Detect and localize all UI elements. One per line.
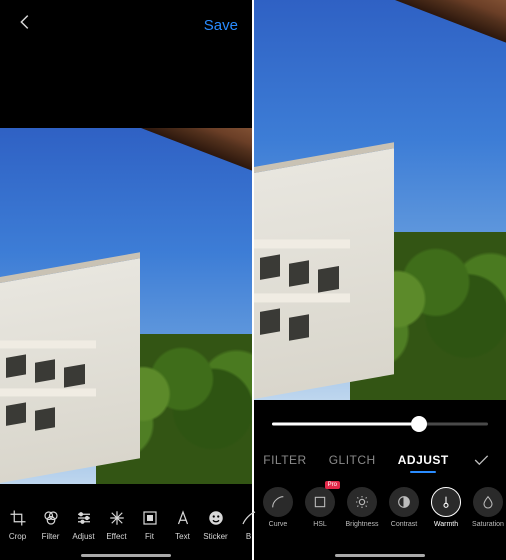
mode-tabs: FILTER GLITCH ADJUST bbox=[254, 450, 506, 475]
tool-label: Fit bbox=[145, 532, 154, 541]
adjust-icon bbox=[74, 508, 94, 528]
adjust-label: Brightness bbox=[345, 521, 378, 528]
tool-text[interactable]: Text bbox=[167, 508, 198, 541]
photo-preview[interactable] bbox=[0, 128, 252, 484]
fit-icon bbox=[140, 508, 160, 528]
tool-label: Effect bbox=[106, 532, 126, 541]
header: Save bbox=[0, 0, 252, 50]
slider-fill bbox=[272, 423, 419, 426]
adjust-controls: FILTER GLITCH ADJUST Curve Pro HSL bbox=[254, 400, 506, 560]
adjust-label: HSL bbox=[313, 521, 327, 528]
tool-toolbar: Crop Filter Adjust Effect Fit Text bbox=[0, 488, 252, 560]
app-root: Save Crop Filter bbox=[0, 0, 506, 560]
tool-label: Sticker bbox=[203, 532, 227, 541]
editor-pane-overview: Save Crop Filter bbox=[0, 0, 254, 560]
home-indicator bbox=[81, 554, 171, 557]
filter-icon bbox=[41, 508, 61, 528]
save-button[interactable]: Save bbox=[204, 17, 238, 34]
brightness-icon bbox=[347, 487, 377, 517]
crop-icon bbox=[8, 508, 28, 528]
adjust-saturation[interactable]: Saturation bbox=[470, 487, 506, 528]
contrast-icon bbox=[389, 487, 419, 517]
photo-building bbox=[0, 252, 140, 484]
tool-label: Crop bbox=[9, 532, 26, 541]
adjust-label: Saturation bbox=[472, 521, 504, 528]
tool-label: Filter bbox=[42, 532, 60, 541]
slider-row bbox=[254, 414, 506, 434]
tool-label: B bbox=[246, 532, 251, 541]
photo-building bbox=[254, 142, 394, 400]
editor-pane-adjust: FILTER GLITCH ADJUST Curve Pro HSL bbox=[254, 0, 506, 560]
adjust-warmth[interactable]: Warmth bbox=[428, 487, 464, 528]
pro-badge: Pro bbox=[325, 481, 340, 489]
adjust-items: Curve Pro HSL Brightness Contrast bbox=[254, 475, 506, 528]
sticker-icon bbox=[206, 508, 226, 528]
adjust-curve[interactable]: Curve bbox=[260, 487, 296, 528]
tool-filter[interactable]: Filter bbox=[35, 508, 66, 541]
tool-sticker[interactable]: Sticker bbox=[200, 508, 231, 541]
home-indicator bbox=[335, 554, 425, 557]
tab-adjust[interactable]: ADJUST bbox=[398, 453, 449, 473]
tool-label: Adjust bbox=[72, 532, 94, 541]
tool-adjust[interactable]: Adjust bbox=[68, 508, 99, 541]
adjust-contrast[interactable]: Contrast bbox=[386, 487, 422, 528]
tool-crop[interactable]: Crop bbox=[2, 508, 33, 541]
tab-filter[interactable]: FILTER bbox=[263, 453, 306, 473]
warmth-icon bbox=[431, 487, 461, 517]
text-icon bbox=[173, 508, 193, 528]
slider-thumb[interactable] bbox=[411, 416, 427, 432]
saturation-icon bbox=[473, 487, 503, 517]
tab-glitch[interactable]: GLITCH bbox=[329, 453, 376, 473]
confirm-button[interactable] bbox=[471, 450, 497, 475]
adjust-label: Contrast bbox=[391, 521, 417, 528]
back-icon[interactable] bbox=[14, 11, 36, 39]
tool-label: Text bbox=[175, 532, 190, 541]
photo-preview[interactable] bbox=[254, 0, 506, 400]
adjust-label: Curve bbox=[269, 521, 288, 528]
adjust-hsl[interactable]: Pro HSL bbox=[302, 487, 338, 528]
tool-fit[interactable]: Fit bbox=[134, 508, 165, 541]
warmth-slider[interactable] bbox=[272, 414, 488, 434]
adjust-brightness[interactable]: Brightness bbox=[344, 487, 380, 528]
effect-icon bbox=[107, 508, 127, 528]
hsl-icon bbox=[305, 487, 335, 517]
tool-effect[interactable]: Effect bbox=[101, 508, 132, 541]
adjust-label: Warmth bbox=[434, 521, 458, 528]
curve-icon bbox=[263, 487, 293, 517]
